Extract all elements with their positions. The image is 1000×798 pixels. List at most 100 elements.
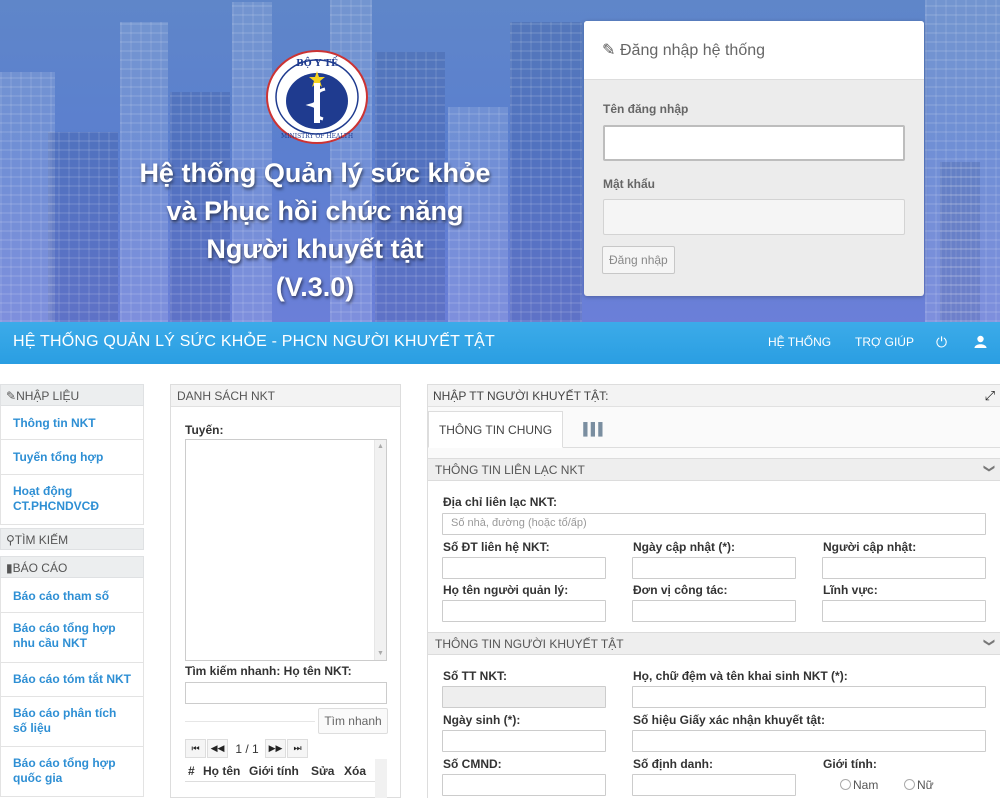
fullname-input[interactable] (632, 686, 986, 708)
prev-page-icon[interactable]: ◀◀ (207, 739, 228, 758)
gender-radio-nam[interactable]: Nam (840, 778, 878, 792)
hero-banner: BỘ Y TẾ MINISTRY OF HEALTH Hệ thống Quản… (0, 0, 1000, 322)
section-title: THÔNG TIN LIÊN LẠC NKT (435, 463, 585, 477)
chevron-down-icon[interactable]: ❯ (983, 638, 996, 647)
scroll-up-icon[interactable]: ▲ (377, 443, 384, 450)
updated-date-label: Ngày cập nhật (*): (633, 540, 736, 554)
sidebar-item-bao-cao-tong-hop-nhu-cau[interactable]: Báo cáo tổng hợp nhu cầu NKT (0, 613, 144, 663)
navbar-brand[interactable]: HỆ THỐNG QUẢN LÝ SỨC KHỎE - PHCN NGƯỜI K… (13, 333, 495, 351)
updated-date-input[interactable] (632, 557, 796, 579)
updater-label: Người cập nhật: (823, 540, 917, 554)
quick-search-button[interactable]: Tìm nhanh (318, 708, 388, 734)
nav-he-thong[interactable]: HỆ THỐNG (768, 335, 831, 349)
form-header: NHẬP TT NGƯỜI KHUYẾT TẬT: ⤢ (428, 385, 1000, 407)
sidebar-section-tim-kiem[interactable]: ⚲TÌM KIẾM (0, 528, 144, 550)
tuyen-label: Tuyến: (185, 423, 224, 437)
document-icon: ▮ (6, 561, 13, 575)
tuyen-tree-box[interactable]: ▲ ▼ (185, 439, 387, 661)
power-icon[interactable]: ⏻ (936, 334, 947, 351)
address-label: Địa chỉ liên lạc NKT: (443, 495, 558, 509)
manager-name-input[interactable] (442, 600, 606, 622)
next-page-icon[interactable]: ▶▶ (265, 739, 287, 758)
sidebar-item-bao-cao-quoc-gia[interactable]: Báo cáo tổng hợp quốc gia (0, 747, 144, 797)
contact-section: THÔNG TIN LIÊN LẠC NKT ❯ Địa chỉ liên lạ… (428, 458, 1000, 632)
dob-label: Ngày sinh (*): (443, 713, 521, 727)
section-title: THÔNG TIN NGƯỜI KHUYẾT TẬT (435, 637, 624, 651)
search-icon: ⚲ (6, 533, 15, 547)
quick-search-input[interactable] (185, 682, 387, 704)
sidebar-section-nhap-lieu[interactable]: ✎NHẬP LIỆU (0, 384, 144, 406)
gender-label: Giới tính: (823, 757, 877, 771)
first-page-icon[interactable]: ⏮ (185, 739, 206, 758)
updater-input[interactable] (822, 557, 986, 579)
id-card-label: Số CMND: (443, 757, 502, 771)
column-header: Họ tên (203, 764, 241, 778)
phone-input[interactable] (442, 557, 606, 579)
column-header: # (188, 764, 195, 778)
sidebar-item-bao-cao-tham-so[interactable]: Báo cáo tham số (0, 578, 144, 613)
login-button[interactable]: Đăng nhập (602, 246, 675, 274)
column-header: Sửa (311, 764, 335, 778)
sidebar-item-thong-tin-nkt[interactable]: Thông tin NKT (0, 406, 144, 440)
serial-label: Số TT NKT: (443, 669, 507, 683)
field-input[interactable] (822, 600, 986, 622)
sidebar-item-hoat-dong[interactable]: Hoạt động CT.PHCNDVCĐ (0, 475, 144, 525)
sidebar-item-bao-cao-tom-tat[interactable]: Báo cáo tóm tắt NKT (0, 663, 144, 697)
password-label: Mật khẩu (603, 177, 656, 191)
phone-label: Số ĐT liên hệ NKT: (443, 540, 550, 554)
skyline-building (940, 162, 980, 322)
certificate-input[interactable] (632, 730, 986, 752)
id-card-input[interactable] (442, 774, 606, 796)
field-label: Lĩnh vực: (823, 583, 878, 597)
chevron-down-icon[interactable]: ❯ (983, 464, 996, 473)
serial-input (442, 686, 606, 708)
sidebar-item-tuyen-tong-hop[interactable]: Tuyến tổng hợp (0, 440, 144, 475)
pager: ⏮ ◀◀ 1 / 1 ▶▶ ⏭ (185, 739, 309, 758)
workplace-input[interactable] (632, 600, 796, 622)
address-input[interactable]: Số nhà, đường (hoặc tổ/ấp) (442, 513, 986, 535)
sidebar-section-title: NHẬP LIỆU (16, 389, 80, 403)
ministry-of-health-logo: BỘ Y TẾ MINISTRY OF HEALTH (266, 50, 368, 144)
skyline-building (510, 22, 582, 322)
scroll-down-icon[interactable]: ▼ (377, 650, 384, 657)
columns-icon[interactable]: ▐▐▐ (579, 422, 602, 436)
login-title: Đăng nhập hệ thống (620, 42, 766, 59)
skyline-building (0, 72, 55, 322)
sidebar-section-bao-cao[interactable]: ▮BÁO CÁO (0, 556, 144, 578)
login-header: ✎ Đăng nhập hệ thống (584, 21, 924, 80)
user-icon[interactable] (974, 335, 987, 348)
dob-input[interactable] (442, 730, 606, 752)
radio-icon[interactable] (904, 779, 915, 790)
contact-section-header[interactable]: THÔNG TIN LIÊN LẠC NKT ❯ (428, 458, 1000, 481)
password-field[interactable] (603, 199, 905, 235)
tab-thong-tin-chung[interactable]: THÔNG TIN CHUNG (428, 411, 563, 448)
person-section-header[interactable]: THÔNG TIN NGƯỜI KHUYẾT TẬT ❯ (428, 632, 1000, 655)
personal-id-input[interactable] (632, 774, 796, 796)
gender-radio-nu[interactable]: Nữ (904, 778, 934, 792)
skyline-building (48, 132, 118, 322)
workplace-label: Đơn vị công tác: (633, 583, 728, 597)
radio-label: Nữ (917, 778, 934, 792)
form-title: NHẬP TT NGƯỜI KHUYẾT TẬT: (433, 389, 609, 403)
manager-name-label: Họ tên người quản lý: (443, 583, 569, 597)
scrollbar[interactable]: ▲ ▼ (374, 440, 386, 660)
column-header: Xóa (344, 764, 367, 778)
hero-title: Hệ thống Quản lý sức khỏe và Phục hồi ch… (130, 154, 500, 306)
hero-title-line: và Phục hồi chức năng (166, 196, 464, 226)
sidebar-item-bao-cao-phan-tich[interactable]: Báo cáo phân tích số liệu (0, 697, 144, 747)
username-field[interactable] (603, 125, 905, 161)
nav-tro-giup[interactable]: TRỢ GIÚP (855, 335, 914, 349)
expand-icon[interactable]: ⤢ (985, 388, 995, 404)
nkt-entry-form: NHẬP TT NGƯỜI KHUYẾT TẬT: ⤢ THÔNG TIN CH… (427, 384, 1000, 798)
last-page-icon[interactable]: ⏭ (287, 739, 309, 758)
pencil-icon: ✎ (6, 389, 17, 403)
patient-list-panel: DANH SÁCH NKT Tuyến: ▲ ▼ Tìm kiếm nhanh:… (170, 384, 401, 798)
radio-icon[interactable] (840, 779, 851, 790)
fullname-label: Họ, chữ đệm và tên khai sinh NKT (*): (633, 669, 848, 683)
scrollbar[interactable] (375, 759, 387, 798)
hero-title-line: (V.3.0) (275, 272, 355, 302)
certificate-label: Số hiệu Giấy xác nhận khuyết tật: (633, 713, 826, 727)
pencil-icon: ✎ (602, 42, 616, 59)
radio-label: Nam (853, 778, 879, 792)
logo-text-bottom: MINISTRY OF HEALTH (281, 133, 353, 140)
